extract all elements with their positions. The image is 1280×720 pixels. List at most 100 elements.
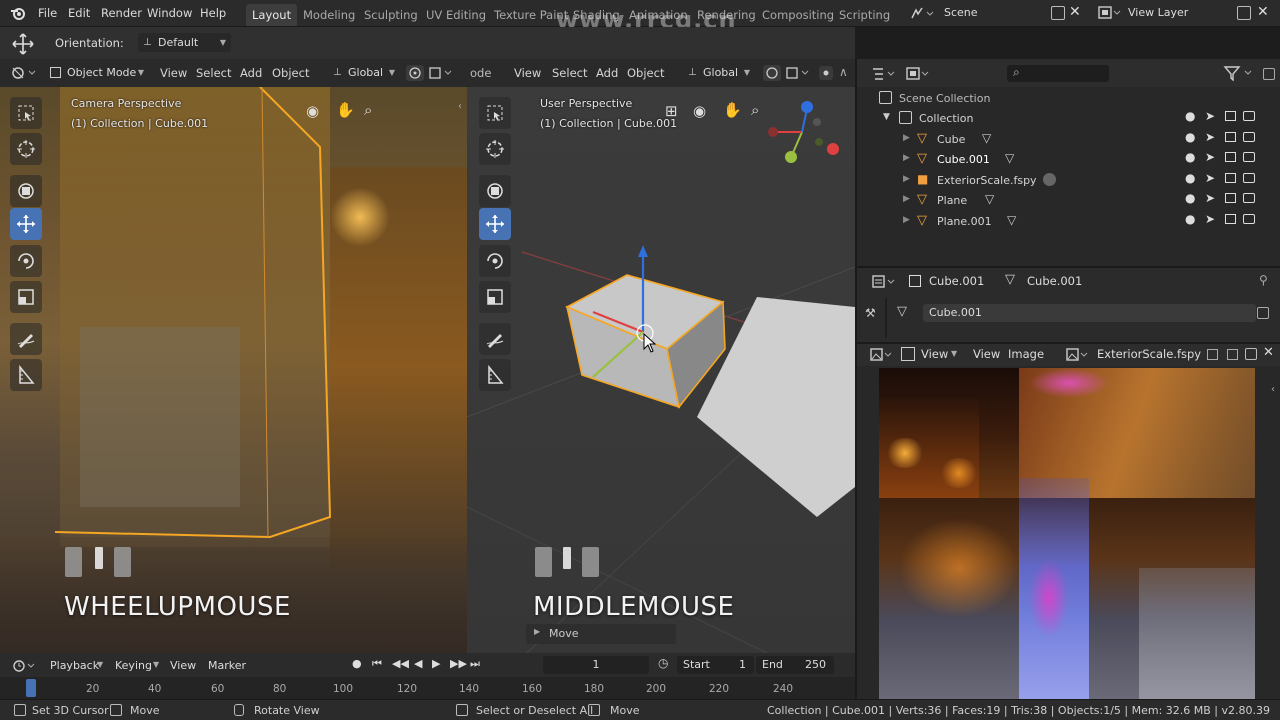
left-menu-add[interactable]: Add: [240, 66, 262, 80]
zoom-icon[interactable]: ⌕: [364, 101, 372, 119]
pin-icon[interactable]: ⚲: [1259, 273, 1268, 287]
outliner-search-input[interactable]: ⌕: [1007, 65, 1109, 82]
left-viewport[interactable]: Camera Perspective (1) Collection | Cube…: [0, 87, 467, 653]
select-arrow-icon[interactable]: ➤: [1205, 212, 1215, 226]
image-menu-view-mode[interactable]: View: [921, 347, 948, 361]
view-layer-close-icon[interactable]: ✕: [1257, 4, 1269, 20]
copy-image-icon[interactable]: [1227, 349, 1238, 360]
clock-icon[interactable]: ◷: [658, 656, 668, 670]
tab-sculpting[interactable]: Sculpting: [358, 4, 424, 26]
eye-icon[interactable]: ●: [1185, 150, 1195, 164]
properties-object-name[interactable]: Cube.001: [929, 274, 984, 288]
left-menu-view[interactable]: View: [160, 66, 187, 80]
camera-view-icon[interactable]: ◉: [693, 102, 706, 120]
rotate-tool[interactable]: [10, 245, 42, 277]
tab-uv-editing[interactable]: UV Editing: [420, 4, 492, 26]
proportional-edit-icon[interactable]: [819, 66, 833, 80]
measure-tool[interactable]: [479, 359, 511, 391]
grab-tool[interactable]: [479, 175, 511, 207]
image-menu-view[interactable]: View: [973, 347, 1000, 361]
scene-copy-icon[interactable]: [1051, 6, 1065, 20]
disclosure-triangle-icon[interactable]: ▶: [903, 174, 910, 184]
right-viewport[interactable]: User Perspective (1) Collection | Cube.0…: [467, 87, 855, 653]
orientation-dropdown[interactable]: ⊥ Default ▼: [138, 33, 231, 52]
monitor-icon[interactable]: [1225, 173, 1236, 183]
navigation-gizmo[interactable]: [757, 97, 847, 172]
left-transform-orientation-dropdown[interactable]: ⊥ Global ▼: [328, 63, 400, 82]
right-menu-object[interactable]: Object: [627, 66, 664, 80]
display-mode-icon[interactable]: [905, 66, 931, 82]
jump-end-icon[interactable]: ⏭: [470, 657, 480, 671]
properties-mesh-name[interactable]: Cube.001: [1027, 274, 1082, 288]
visibility-toggles[interactable]: ● ➤: [1185, 191, 1265, 207]
end-frame-field[interactable]: End 250: [756, 656, 834, 674]
save-icon[interactable]: [1245, 348, 1257, 360]
menu-help[interactable]: Help: [200, 6, 226, 20]
right-menu-select[interactable]: Select: [552, 66, 587, 80]
record-icon[interactable]: ●: [352, 657, 362, 670]
scene-close-icon[interactable]: ✕: [1069, 4, 1081, 20]
grab-tool[interactable]: [10, 175, 42, 207]
tab-scripting[interactable]: Scripting: [833, 4, 896, 26]
scale-tool[interactable]: [10, 281, 42, 313]
scene-browse-icon[interactable]: [910, 6, 934, 22]
select-arrow-icon[interactable]: ➤: [1205, 150, 1215, 164]
image-name-field[interactable]: ExteriorScale.fspy: [1097, 347, 1201, 361]
tool-tab-icon[interactable]: ⚒: [865, 306, 876, 320]
outliner-row-scene-collection[interactable]: Scene Collection: [857, 88, 1279, 108]
scale-tool[interactable]: [479, 281, 511, 313]
move-tool-button[interactable]: [10, 208, 42, 240]
start-frame-field[interactable]: Start 1: [677, 656, 754, 674]
camera-render-icon[interactable]: [1243, 173, 1255, 183]
grid-view-icon[interactable]: ⊞: [665, 102, 678, 120]
outliner-row-collection[interactable]: ▼ Collection ● ➤: [857, 108, 1279, 128]
reference-image[interactable]: [879, 368, 1255, 701]
view-layer-icon[interactable]: [1097, 5, 1121, 21]
timeline-menu-keying[interactable]: Keying: [115, 659, 152, 672]
select-box-tool[interactable]: [479, 97, 511, 129]
timeline-editor-icon[interactable]: [12, 658, 38, 674]
measure-tool[interactable]: [10, 359, 42, 391]
close-icon[interactable]: ✕: [1263, 345, 1274, 360]
outliner-row-cube[interactable]: ▶ ▽ Cube ▽ ● ➤: [857, 129, 1279, 149]
visibility-toggles[interactable]: ● ➤: [1185, 109, 1265, 125]
mesh-data-field[interactable]: Cube.001: [923, 304, 1256, 322]
eye-icon[interactable]: ●: [1185, 130, 1195, 144]
right-mode-dropdown[interactable]: ode: [470, 66, 491, 80]
image-menu-image[interactable]: Image: [1008, 347, 1044, 361]
pivot-icon[interactable]: [763, 65, 781, 81]
mesh-browse-icon[interactable]: ▽: [897, 304, 907, 319]
camera-render-icon[interactable]: [1243, 193, 1255, 203]
disclosure-triangle-icon[interactable]: ▶: [903, 133, 910, 143]
left-menu-select[interactable]: Select: [196, 66, 231, 80]
monitor-icon[interactable]: [1225, 132, 1236, 142]
menu-edit[interactable]: Edit: [68, 6, 90, 20]
playhead[interactable]: [26, 679, 36, 697]
visibility-toggles[interactable]: ● ➤: [1185, 150, 1265, 166]
disclosure-triangle-icon[interactable]: ▶: [903, 194, 910, 204]
view-layer-field[interactable]: View Layer: [1122, 4, 1232, 22]
fake-user-icon[interactable]: [1207, 349, 1218, 360]
image-browse-icon[interactable]: [1065, 347, 1089, 363]
timeline-scrubber[interactable]: 20 40 60 80 100 120 140 160 180 200 220 …: [0, 677, 855, 699]
cursor-tool[interactable]: [10, 133, 42, 165]
monitor-icon[interactable]: [1225, 111, 1236, 121]
tab-modeling[interactable]: Modeling: [297, 4, 361, 26]
eye-icon[interactable]: ●: [1185, 109, 1195, 123]
visibility-toggles[interactable]: ● ➤: [1185, 171, 1265, 187]
pan-hand-icon[interactable]: ✋: [336, 101, 355, 119]
falloff-icon[interactable]: ∧: [839, 65, 848, 79]
play-reverse-icon[interactable]: ◀: [414, 657, 422, 670]
disclosure-triangle-icon[interactable]: ▶: [903, 215, 910, 225]
timeline-menu-view[interactable]: View: [170, 659, 196, 672]
jump-start-icon[interactable]: ⏮: [372, 657, 382, 671]
new-collection-icon[interactable]: [1263, 68, 1275, 80]
menu-window[interactable]: Window: [147, 6, 192, 20]
camera-render-icon[interactable]: [1243, 111, 1255, 121]
camera-view-icon[interactable]: ◉: [306, 102, 319, 120]
play-icon[interactable]: ▶: [432, 657, 440, 670]
move-tool-button[interactable]: [479, 208, 511, 240]
right-menu-view[interactable]: View: [514, 66, 541, 80]
snap-icon[interactable]: [785, 65, 813, 81]
timeline-menu-playback[interactable]: Playback: [50, 659, 99, 672]
